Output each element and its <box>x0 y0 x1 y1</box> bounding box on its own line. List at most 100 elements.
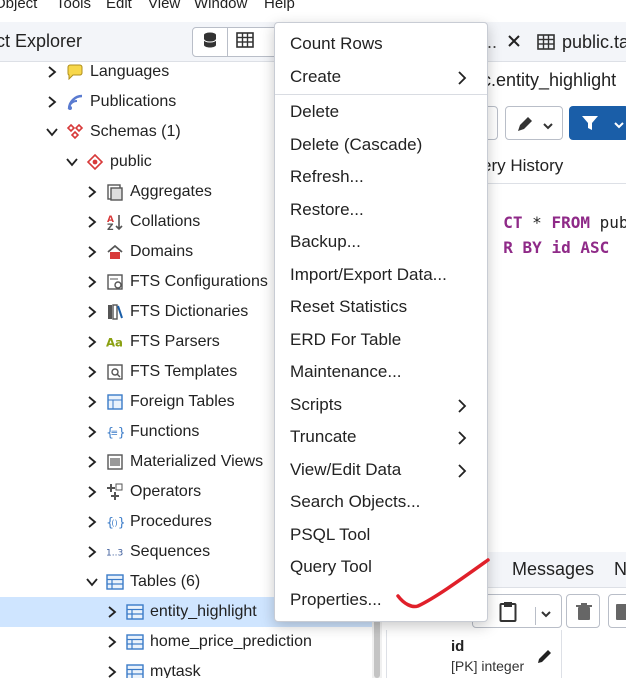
menu-item-label: Query Tool <box>290 557 372 576</box>
tree-item-mytask[interactable]: mytask <box>0 657 372 678</box>
menu-tools[interactable]: Tools <box>56 0 91 12</box>
trash-icon <box>576 603 592 626</box>
chevron-right-icon[interactable] <box>86 276 98 288</box>
menu-item-backup[interactable]: Backup... <box>275 226 487 258</box>
procedures-icon: {()} <box>106 513 124 531</box>
chevron-down-icon[interactable] <box>535 607 552 625</box>
menu-item-delete-cascade[interactable]: Delete (Cascade) <box>275 129 487 161</box>
schema-public-icon <box>86 153 104 171</box>
chevron-right-icon[interactable] <box>86 516 98 528</box>
menu-item-count-rows[interactable]: Count Rows <box>275 28 487 60</box>
tree-item-label: Sequences <box>130 543 211 560</box>
svg-text:(): () <box>111 518 117 528</box>
tree-item-label: Languages <box>90 63 170 80</box>
explorer-toolbar <box>192 27 282 57</box>
menu-item-maintenance[interactable]: Maintenance... <box>275 356 487 388</box>
chevron-down-icon[interactable] <box>66 156 78 168</box>
chevron-right-icon[interactable] <box>86 396 98 408</box>
tree-item-label: FTS Configurations <box>130 273 268 290</box>
chevron-right-icon[interactable] <box>46 66 58 78</box>
table-view-button[interactable] <box>227 28 261 56</box>
chevron-right-icon[interactable] <box>86 336 98 348</box>
chevron-right-icon[interactable] <box>46 96 58 108</box>
menu-item-label: Properties... <box>290 589 382 609</box>
context-menu: Count Rows Create Delete Delete (Cascade) Re… <box>274 22 488 622</box>
sql-line-2[interactable]: R BY id ASC <box>484 219 609 257</box>
tab-messages[interactable]: Messages <box>512 559 594 580</box>
delete-row-button[interactable] <box>566 594 600 628</box>
menu-item-label: Delete (Cascade) <box>290 134 423 154</box>
paste-icon[interactable] <box>499 601 517 628</box>
menu-view[interactable]: View <box>148 0 180 12</box>
tree-item-label: home_price_prediction <box>150 633 312 650</box>
menu-help[interactable]: Help <box>264 0 295 12</box>
chevron-right-icon[interactable] <box>86 246 98 258</box>
tree-item-label: Foreign Tables <box>130 393 235 410</box>
menu-item-create[interactable]: Create <box>275 61 487 93</box>
chevron-right-icon[interactable] <box>106 636 118 648</box>
menu-item-import-export-data[interactable]: Import/Export Data... <box>275 259 487 291</box>
menu-item-psql-tool[interactable]: PSQL Tool <box>275 519 487 551</box>
menu-item-view-edit-data[interactable]: View/Edit Data <box>275 454 487 486</box>
table-icon <box>126 633 144 651</box>
app-menubar: Object Tools Edit View Window Help <box>0 0 626 14</box>
fts-parsers-icon: Aa <box>106 333 124 351</box>
menu-item-scripts[interactable]: Scripts <box>275 389 487 421</box>
publications-icon <box>66 93 84 111</box>
chevron-right-icon[interactable] <box>86 546 98 558</box>
chevron-right-icon[interactable] <box>86 486 98 498</box>
tree-item-home-price-prediction[interactable]: home_price_prediction <box>0 627 372 657</box>
filter-button[interactable] <box>569 106 626 140</box>
column-header-id[interactable]: id [PK] integer <box>386 630 562 678</box>
chevron-right-icon[interactable] <box>86 456 98 468</box>
menu-item-search-objects[interactable]: Search Objects... <box>275 486 487 518</box>
save-data-button[interactable] <box>608 594 626 628</box>
fts-templates-icon <box>106 363 124 381</box>
menu-item-erd-for-table[interactable]: ERD For Table <box>275 324 487 356</box>
menu-item-label: ERD For Table <box>290 329 402 349</box>
menu-object[interactable]: Object <box>0 0 37 12</box>
menu-item-label: Reset Statistics <box>290 297 408 316</box>
tree-item-label: Functions <box>130 423 200 440</box>
fts-configurations-icon <box>106 273 124 291</box>
database-button[interactable] <box>193 28 227 56</box>
materialized-views-icon <box>106 453 124 471</box>
chevron-right-icon[interactable] <box>86 366 98 378</box>
menu-item-refresh[interactable]: Refresh... <box>275 161 487 193</box>
chevron-right-icon[interactable] <box>106 606 118 618</box>
menu-item-label: View/Edit Data <box>290 459 402 479</box>
chevron-right-icon[interactable] <box>86 216 98 228</box>
chevron-right-icon[interactable] <box>106 666 118 678</box>
tree-item-label: Materialized Views <box>130 453 264 470</box>
chevron-right-icon[interactable] <box>86 426 98 438</box>
menu-item-reset-statistics[interactable]: Reset Statistics <box>275 291 487 323</box>
chevron-right-icon[interactable] <box>86 186 98 198</box>
table-tab-icon <box>537 34 555 55</box>
pencil-icon[interactable] <box>537 648 553 669</box>
menu-item-restore[interactable]: Restore... <box>275 194 487 226</box>
menu-item-delete[interactable]: Delete <box>275 96 487 128</box>
tab-notifications[interactable]: N <box>614 559 626 580</box>
menu-edit[interactable]: Edit <box>106 0 132 12</box>
tree-item-label: FTS Dictionaries <box>130 303 249 320</box>
chevron-down-icon <box>613 118 625 136</box>
column-type: [PK] integer <box>451 658 525 674</box>
svg-text:}: } <box>118 425 124 440</box>
tab-query-history[interactable]: ery History <box>482 156 563 176</box>
table-icon <box>126 663 144 678</box>
object-explorer-title: ct Explorer <box>0 31 83 51</box>
tables-icon <box>106 573 124 591</box>
close-tab-icon[interactable] <box>506 33 522 54</box>
menu-window[interactable]: Window <box>194 0 247 12</box>
menu-separator <box>275 94 487 95</box>
edit-pen-button[interactable] <box>505 106 563 140</box>
chevron-down-icon[interactable] <box>46 126 58 138</box>
chevron-down-icon[interactable] <box>86 576 98 588</box>
menu-item-label: Scripts <box>290 394 342 414</box>
chevron-right-icon[interactable] <box>86 306 98 318</box>
tab-public-table[interactable]: public.ta <box>562 32 626 53</box>
menu-item-truncate[interactable]: Truncate <box>275 421 487 453</box>
tree-item-label: Schemas (1) <box>90 123 181 140</box>
menu-item-label: Refresh... <box>290 167 364 186</box>
svg-text:Z: Z <box>107 223 114 231</box>
